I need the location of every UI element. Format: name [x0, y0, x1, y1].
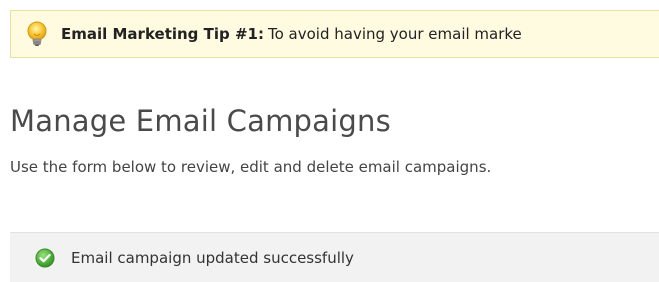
lightbulb-icon: [24, 21, 50, 47]
page-subtitle: Use the form below to review, edit and d…: [10, 158, 492, 176]
page-title: Manage Email Campaigns: [10, 104, 391, 138]
status-message-bar: Email campaign updated successfully: [10, 232, 659, 282]
status-message: Email campaign updated successfully: [71, 248, 354, 267]
tip-text: Email Marketing Tip #1: To avoid having y…: [61, 25, 522, 43]
check-circle-icon: [34, 247, 56, 269]
tip-banner: Email Marketing Tip #1: To avoid having y…: [10, 10, 659, 58]
tip-title: Email Marketing Tip #1:: [61, 25, 264, 43]
tip-message: To avoid having your email marke: [267, 25, 522, 43]
